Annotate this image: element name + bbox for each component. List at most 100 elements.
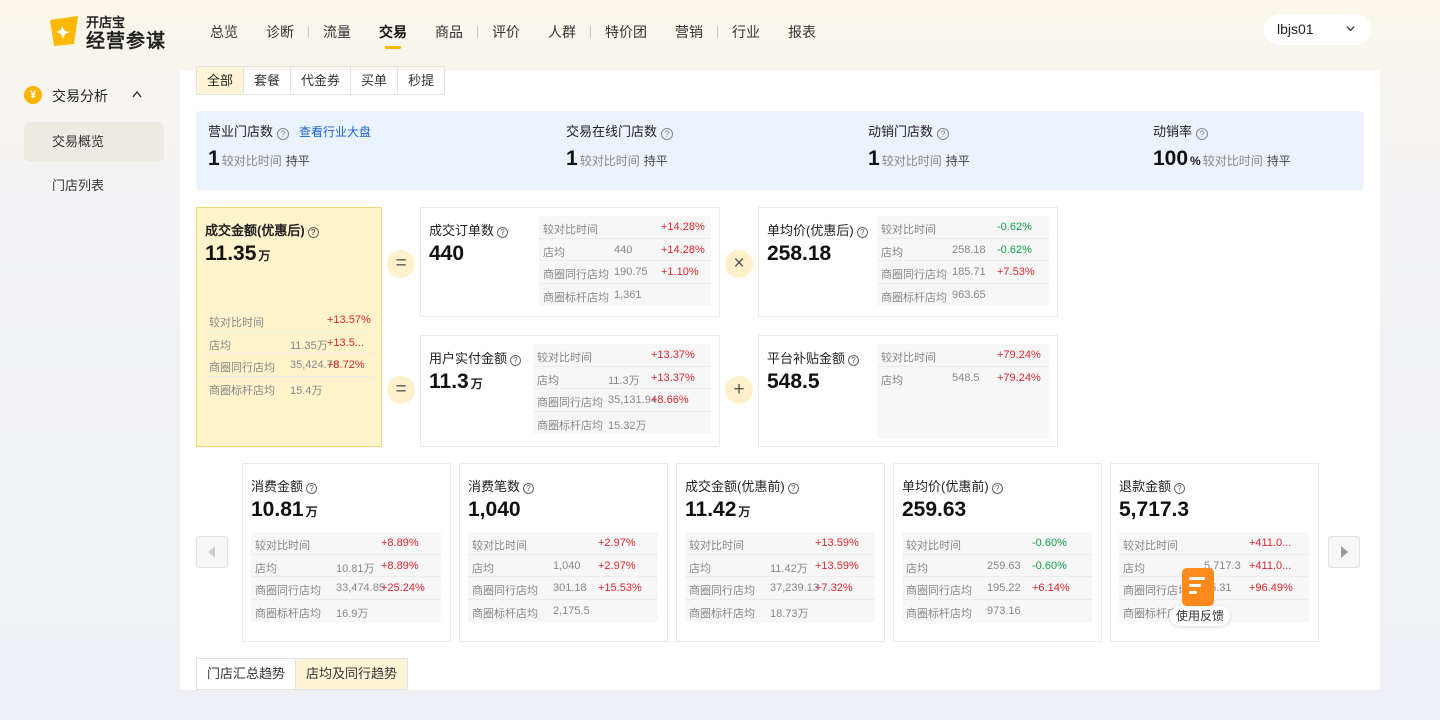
help-icon[interactable]: ? (661, 128, 674, 140)
metric-card-gmv-after-discount[interactable]: 成交金额(优惠后)? 11.35 万较对比时间 +13.57% 店均 11.35万 +13.… (196, 207, 382, 447)
tab-pay-bill[interactable]: 买单 (351, 67, 399, 94)
comparison-change: +13.57% (327, 314, 371, 326)
kpi-active-stores: 动销门店数? 1 较对比时间 持平 (868, 123, 970, 171)
tab-package[interactable]: 套餐 (244, 67, 292, 94)
comparison-change: -0.60% (1032, 537, 1067, 549)
card-value-number: 259.63 (902, 498, 967, 521)
nav-item-1[interactable]: 诊断 (252, 21, 308, 43)
comparison-label: 商圈同行店均 (209, 362, 275, 374)
metric-card-gmv-before-discount[interactable]: 成交金额(优惠前)? 11.42 万较对比时间 +13.59% 店均 11.42万 +13.… (676, 463, 885, 642)
feedback-label: 使用反馈 (1170, 606, 1230, 626)
sidebar-section-trade[interactable]: ¥ 交易分析 (24, 84, 164, 106)
comparison-value: 18.73万 (770, 607, 809, 620)
comparison-label: 商圈标杆店均 (472, 607, 538, 620)
help-icon[interactable]: ? (848, 355, 860, 366)
nav-item-2[interactable]: 流量 (309, 21, 365, 43)
carousel-next-button[interactable] (1328, 536, 1360, 568)
comparison-label: 商圈同行店均 (689, 585, 755, 597)
card-value: 440 (429, 242, 466, 266)
nav-item-10[interactable]: 报表 (774, 21, 830, 43)
metric-card-orders[interactable]: 成交订单数? 440 较对比时间 +14.28% 店均 440 +14.28% 商圈同行店均 1… (420, 207, 720, 317)
comparison-change: +79.24% (997, 349, 1041, 361)
help-icon[interactable]: ? (1196, 128, 1209, 140)
help-icon[interactable]: ? (937, 128, 950, 140)
industry-dashboard-link[interactable]: 查看行业大盘 (299, 125, 371, 139)
card-value-number: 5,717.3 (1119, 498, 1190, 521)
tab-flash[interactable]: 秒提 (398, 67, 444, 94)
comparison-label: 较对比时间 (472, 540, 527, 552)
help-icon[interactable]: ? (307, 227, 319, 238)
comparison-row: 店均 11.42万 +13.59% (685, 555, 875, 577)
metric-card-avg-price-after[interactable]: 单均价(优惠后)? 258.18 较对比时间 -0.62% 店均 258.18 -0.62%… (758, 207, 1058, 317)
nav-item-9[interactable]: 行业 (718, 21, 774, 43)
metric-card-platform-subsidy[interactable]: 平台补贴金额? 548.5 较对比时间 +79.24% 店均 548.5 +79.24% (758, 335, 1058, 447)
comparison-row: 商圈同行店均 190.75 +1.10% (539, 261, 711, 284)
comparison-value: 11.35万 (290, 339, 328, 352)
help-icon[interactable]: ? (523, 483, 535, 494)
tab-voucher[interactable]: 代金券 (291, 67, 352, 94)
logo-mark-icon (50, 16, 78, 46)
tab-avg-peer-trend[interactable]: 店均及同行趋势 (295, 659, 408, 689)
main-nav: 总览 诊断 流量 交易 商品 评价 人群 特价团 营销 行业 报表 (196, 20, 830, 49)
help-icon[interactable]: ? (497, 227, 509, 238)
card-value: 11.42 万 (685, 498, 750, 522)
metric-card-consume-amount[interactable]: 消费金额? 10.81 万较对比时间 +8.89% 店均 10.81万 +8.89% 商圈同行… (242, 463, 451, 642)
chevron-right-icon (1341, 546, 1348, 558)
comparison-value: 33,474.85 (336, 582, 385, 594)
card-title-text: 成交金额(优惠前) (685, 479, 785, 494)
carousel-prev-button[interactable] (196, 536, 228, 568)
comparison-row: 商圈标杆店均 15.4万 (205, 377, 373, 400)
comparison-change: -0.62% (997, 221, 1032, 233)
comparison-value: 195.22 (987, 582, 1021, 594)
help-icon[interactable]: ? (991, 483, 1003, 494)
help-icon[interactable]: ? (787, 483, 799, 494)
card-value: 548.5 (767, 370, 822, 394)
kpi-flag: 持平 (1266, 154, 1291, 168)
comparison-row: 较对比时间 +13.37% (533, 344, 711, 367)
metric-card-user-paid[interactable]: 用户实付金额? 11.3 万 较对比时间 +13.37% 店均 11.3万 +13.37% 商圈… (420, 335, 720, 447)
comparison-label: 商圈标杆店均 (543, 291, 609, 304)
comparison-change: +2.97% (598, 559, 636, 572)
comparison-change: +13.37% (651, 371, 695, 384)
comparison-label: 店均 (881, 246, 903, 259)
nav-item-8[interactable]: 营销 (661, 21, 717, 43)
nav-item-4[interactable]: 商品 (421, 21, 477, 43)
sidebar-item-store-list[interactable]: 门店列表 (24, 166, 164, 206)
card-value-unit: 万 (738, 505, 751, 519)
nav-item-5[interactable]: 评价 (478, 21, 534, 43)
kpi-compare-label: 较对比时间 (221, 154, 282, 168)
account-switcher[interactable]: lbjs01 (1264, 14, 1371, 45)
nav-item-6[interactable]: 人群 (534, 21, 590, 43)
help-icon[interactable]: ? (1174, 483, 1186, 494)
comparison-value: 258.18 (952, 243, 986, 256)
help-icon[interactable]: ? (856, 227, 868, 238)
logo[interactable]: 开店宝 经营参谋 (48, 12, 176, 52)
nav-item-3[interactable]: 交易 (365, 21, 421, 49)
kpi-title: 动销率 (1153, 124, 1193, 139)
tab-all[interactable]: 全部 (197, 67, 245, 94)
feedback-button[interactable]: 使用反馈 (1170, 566, 1230, 628)
nav-item-7[interactable]: 特价团 (591, 21, 661, 43)
sidebar-item-trade-overview[interactable]: 交易概览 (24, 122, 164, 162)
comparison-row: 商圈标杆店均 2,175.5 (468, 600, 658, 623)
store-kpi-bar: 营业门店数? 查看行业大盘 1 较对比时间 持平 交易在线门店数? 1 较对比时间 持平 … (196, 111, 1364, 190)
card-value: 10.81 万 (251, 498, 318, 522)
comparison-change: +411.0... (1249, 559, 1292, 572)
kpi-value: 1 (208, 147, 220, 170)
comparison-table: 较对比时间 +2.97% 店均 1,040 +2.97% 商圈同行店均 301.18 +15.… (468, 532, 658, 622)
comparison-change: +14.28% (661, 221, 705, 233)
card-title: 单均价(优惠前)? (902, 476, 1003, 495)
comparison-row: 商圈标杆店均 973.16 (902, 600, 1092, 623)
help-icon[interactable]: ? (306, 483, 318, 494)
nav-item-0[interactable]: 总览 (196, 21, 252, 43)
comparison-value: 973.16 (987, 604, 1021, 617)
comparison-change: +2.97% (598, 537, 636, 549)
comparison-row: 店均 1,040 +2.97% (468, 555, 658, 577)
card-title-text: 单均价(优惠前) (902, 479, 989, 494)
tab-store-summary-trend[interactable]: 门店汇总趋势 (197, 659, 295, 689)
help-icon[interactable]: ? (277, 128, 290, 140)
metric-card-avg-price-before[interactable]: 单均价(优惠前)? 259.63 较对比时间 -0.60% 店均 259.63 -0.60%… (893, 463, 1102, 642)
metric-card-consume-count[interactable]: 消费笔数? 1,040 较对比时间 +2.97% 店均 1,040 +2.97% 商圈同行店均… (459, 463, 668, 642)
help-icon[interactable]: ? (510, 355, 522, 366)
card-value-number: 548.5 (767, 370, 820, 393)
